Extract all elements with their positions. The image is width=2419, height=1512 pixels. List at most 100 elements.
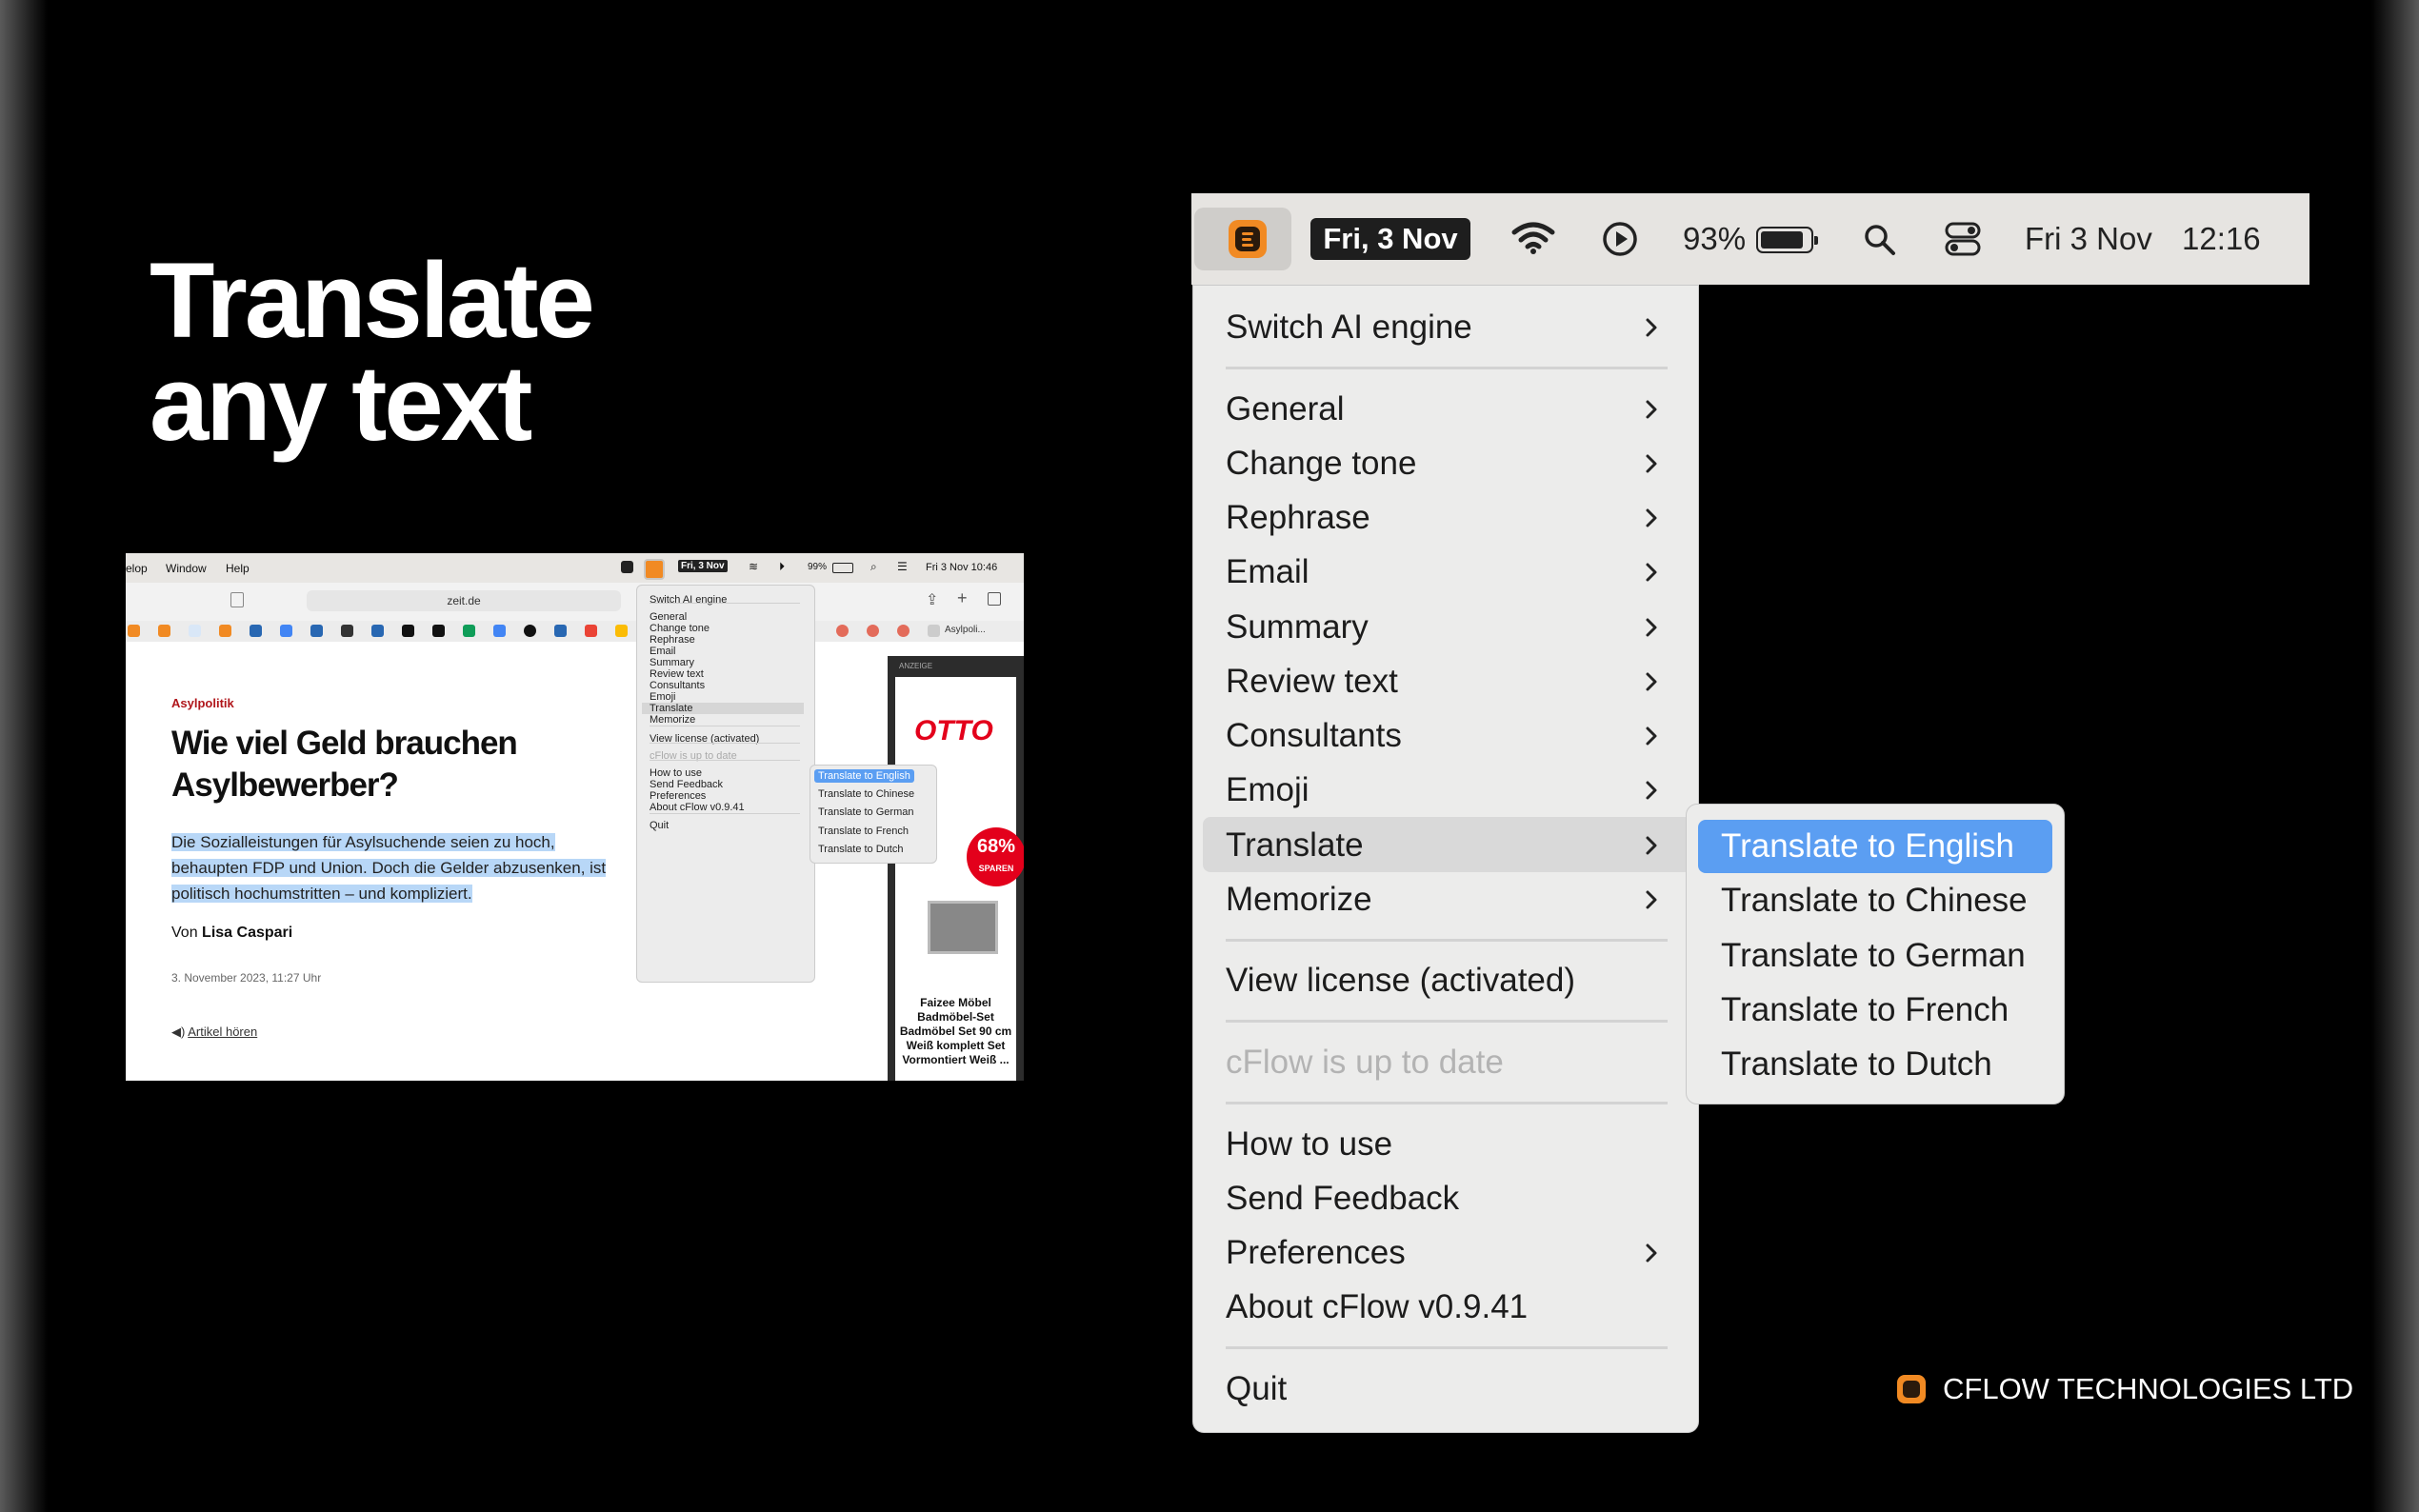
date-badge[interactable]: Fri, 3 Nov	[1310, 218, 1470, 260]
fav-icon[interactable]	[158, 625, 170, 637]
ad-content[interactable]: OTTO 68% SPAREN Faizee Möbel Badmöbel-Se…	[895, 677, 1024, 1081]
mini-play-icon[interactable]: ⏵	[779, 560, 785, 574]
submenu-item-french[interactable]: Translate to French	[1721, 989, 2009, 1031]
mini-menu-item[interactable]: Switch AI engine	[650, 594, 727, 606]
submenu-item-german[interactable]: Translate to German	[1721, 935, 2026, 977]
lede-line-3: politisch hochumstritten – und komplizie…	[171, 885, 472, 903]
sheets-icon[interactable]	[463, 625, 475, 637]
menu-item-quit[interactable]: Quit	[1226, 1368, 1287, 1410]
battery-icon[interactable]	[1756, 227, 1818, 253]
mini-menu-item[interactable]: Send Feedback	[650, 779, 723, 790]
mini-menu-item[interactable]: About cFlow v0.9.41	[650, 802, 745, 813]
mini-submenu-item[interactable]: Translate to Chinese	[818, 788, 914, 800]
mini-control-center-icon[interactable]: ☰	[897, 560, 908, 573]
fav-icon[interactable]	[402, 625, 414, 637]
menu-item-memorize[interactable]: Memorize	[1226, 879, 1372, 921]
mini-checkbox-icon[interactable]	[621, 561, 633, 573]
mini-new-tab-icon[interactable]: +	[957, 588, 968, 608]
menu-item-about[interactable]: About cFlow v0.9.41	[1226, 1286, 1528, 1328]
mini-search-icon[interactable]: ⌕	[870, 560, 877, 574]
mini-menu-item[interactable]: Quit	[650, 820, 669, 831]
fav-icon[interactable]	[928, 625, 940, 637]
mini-menu-item[interactable]: Translate	[642, 703, 804, 714]
cflow-menubar-button[interactable]	[1194, 208, 1291, 270]
mini-share-icon[interactable]: ⇪	[926, 590, 938, 609]
fav-icon[interactable]	[219, 625, 231, 637]
fav-icon[interactable]	[836, 625, 849, 637]
mini-menu-window[interactable]: Window	[166, 562, 207, 575]
mini-menu-help[interactable]: Help	[226, 562, 250, 575]
clock-time[interactable]: 12:16	[2182, 218, 2261, 260]
mini-submenu-item[interactable]: Translate to French	[818, 826, 909, 837]
fav-icon[interactable]	[867, 625, 879, 637]
submenu-item-english[interactable]: Translate to English	[1721, 826, 2014, 867]
mini-cflow-icon[interactable]	[644, 559, 665, 580]
mini-menu-develop[interactable]: elop	[126, 562, 148, 575]
fav-icon[interactable]	[897, 625, 910, 637]
mini-menubar: elop Window Help Fri, 3 Nov ≋ ⏵ 99% ⌕ ☰ …	[126, 553, 1024, 583]
ad-panel: ANZEIGE OTTO 68% SPAREN Faizee Möbel Bad…	[888, 656, 1024, 1081]
play-icon[interactable]	[1602, 221, 1638, 257]
gmail-icon[interactable]	[585, 625, 597, 637]
submenu-item-dutch[interactable]: Translate to Dutch	[1721, 1044, 1992, 1085]
docs-icon[interactable]	[280, 625, 292, 637]
mini-menu-item[interactable]: Email	[650, 646, 676, 657]
mini-submenu-item[interactable]: Translate to Dutch	[818, 844, 903, 855]
menu-item-consultants[interactable]: Consultants	[1226, 715, 1402, 757]
mini-tab-label[interactable]: Asylpoli...	[945, 625, 986, 635]
fav-icon[interactable]	[432, 625, 445, 637]
menu-item-translate[interactable]: Translate	[1226, 825, 1364, 866]
menu-item-review-text[interactable]: Review text	[1226, 661, 1398, 703]
fav-icon[interactable]	[524, 625, 536, 637]
menu-item-how-to-use[interactable]: How to use	[1226, 1124, 1392, 1165]
listen-button[interactable]: ◀) Artikel hören	[171, 1025, 257, 1040]
wifi-icon[interactable]	[1511, 221, 1555, 255]
submenu-item-chinese[interactable]: Translate to Chinese	[1721, 880, 2028, 922]
mini-menu-item[interactable]: General	[650, 611, 687, 623]
author-name[interactable]: Lisa Caspari	[202, 925, 292, 941]
menu-item-change-tone[interactable]: Change tone	[1226, 443, 1416, 485]
fav-icon[interactable]	[341, 625, 353, 637]
ad-badge-pct: 68%	[976, 836, 1016, 857]
search-icon[interactable]	[1863, 223, 1897, 257]
article-kicker[interactable]: Asylpolitik	[171, 696, 234, 710]
mini-menu-item[interactable]: Emoji	[650, 691, 676, 703]
menu-item-send-feedback[interactable]: Send Feedback	[1226, 1178, 1459, 1220]
menu-item-email[interactable]: Email	[1226, 551, 1309, 593]
mini-battery-icon[interactable]	[832, 563, 853, 573]
linkedin-icon[interactable]	[250, 625, 262, 637]
fav-icon[interactable]	[493, 625, 506, 637]
menu-item-view-license[interactable]: View license (activated)	[1226, 960, 1575, 1002]
mini-wifi-icon[interactable]: ≋	[749, 560, 758, 573]
clock-date[interactable]: Fri 3 Nov	[2025, 218, 2152, 260]
fav-icon[interactable]	[128, 625, 140, 637]
mini-reader-icon[interactable]	[230, 592, 244, 607]
author-prefix: Von	[171, 925, 198, 941]
menu-item-rephrase[interactable]: Rephrase	[1226, 497, 1370, 539]
menu-item-emoji[interactable]: Emoji	[1226, 769, 1309, 811]
menu-item-summary[interactable]: Summary	[1226, 607, 1369, 648]
mini-tabs-icon[interactable]	[988, 592, 1001, 606]
linkedin-icon[interactable]	[371, 625, 384, 637]
mini-submenu-item[interactable]: Translate to English	[814, 769, 914, 783]
mini-menu-item[interactable]: How to use	[650, 767, 702, 779]
menu-item-preferences[interactable]: Preferences	[1226, 1232, 1406, 1274]
linkedin-icon[interactable]	[310, 625, 323, 637]
fav-icon[interactable]	[615, 625, 628, 637]
menu-item-switch-ai-engine[interactable]: Switch AI engine	[1226, 307, 1472, 348]
mini-menu-item[interactable]: Consultants	[650, 680, 705, 691]
mini-menu-item[interactable]: Preferences	[650, 790, 706, 802]
article-author: Von Lisa Caspari	[171, 925, 292, 942]
menu-item-general[interactable]: General	[1226, 388, 1345, 430]
fav-icon[interactable]	[189, 625, 201, 637]
mini-url-field[interactable]: zeit.de	[307, 590, 621, 611]
mini-menu-item[interactable]: Change tone	[650, 623, 710, 634]
mini-submenu-item[interactable]: Translate to German	[818, 806, 913, 818]
linkedin-icon[interactable]	[554, 625, 567, 637]
control-center-icon[interactable]	[1945, 221, 1981, 257]
mini-menu-item[interactable]: Memorize	[650, 714, 695, 726]
speaker-icon: ◀)	[171, 1025, 186, 1039]
mini-menu-item[interactable]: Review text	[650, 668, 704, 680]
mini-menu-item[interactable]: Rephrase	[650, 634, 695, 646]
mini-menu-item[interactable]: Summary	[650, 657, 694, 668]
